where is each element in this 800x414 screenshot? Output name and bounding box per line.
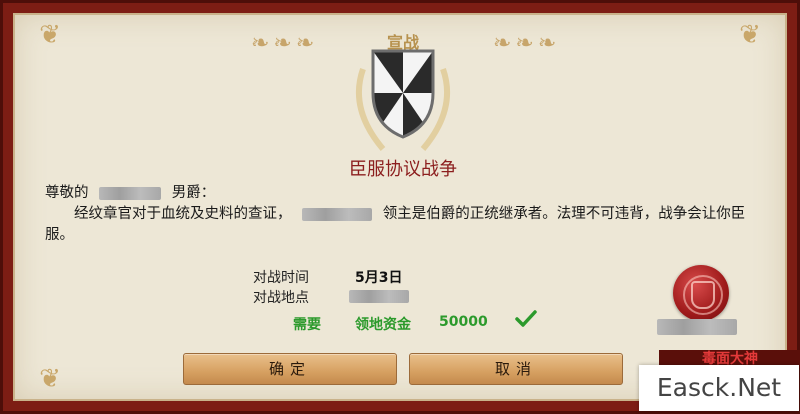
corner-ornament-icon: ❦: [39, 364, 61, 394]
scroll-ornament-right-icon: ❧❧❧: [493, 31, 561, 56]
requirement-resource-label: 领地资金: [355, 317, 411, 333]
letter-body-part1: 经纹章官对于血统及史料的查证，: [74, 206, 292, 222]
heraldic-shield-icon: [371, 49, 435, 139]
redacted-lord-name: xx: [302, 207, 373, 221]
redacted-signature: xx: [657, 319, 737, 335]
letter-greeting: 尊敬的 xx 男爵：: [45, 183, 765, 204]
check-icon: [515, 310, 537, 327]
declaration-letter: 尊敬的 xx 男爵： 经纹章官对于血统及史料的查证， xx 领主是伯爵的正统继承…: [45, 183, 765, 246]
seal-crest-icon: [691, 281, 715, 309]
requirement-amount: 50000: [439, 314, 488, 330]
battle-time-value: 5月3日: [355, 270, 403, 286]
war-declaration-dialog: ❦ ❦ ❦ ❦ ❧❧❧ ❧❧❧ 宣战 臣服协议战争 尊敬的 xx 男爵：: [0, 0, 800, 414]
requirement-need-label: 需要: [293, 317, 321, 333]
site-watermark: Easck.Net: [639, 365, 799, 411]
corner-ornament-icon: ❦: [39, 20, 61, 50]
confirm-button[interactable]: 确定: [183, 353, 397, 385]
battle-place-label: 对战地点: [253, 290, 309, 306]
battle-time-label: 对战时间: [253, 270, 309, 286]
letter-body: 经纹章官对于血统及史料的查证， xx 领主是伯爵的正统继承者。法理不可违背，战争…: [45, 204, 765, 246]
redacted-battle-place: xx: [349, 290, 409, 303]
scroll-ornament-left-icon: ❧❧❧: [251, 31, 319, 56]
redacted-player-name: xx: [99, 186, 162, 200]
greeting-prefix: 尊敬的: [45, 185, 89, 201]
wax-seal-icon: [673, 265, 729, 321]
war-type-title: 臣服协议战争: [349, 159, 457, 180]
cancel-button[interactable]: 取消: [409, 353, 623, 385]
greeting-suffix: 男爵：: [171, 185, 216, 201]
corner-ornament-icon: ❦: [739, 20, 761, 50]
